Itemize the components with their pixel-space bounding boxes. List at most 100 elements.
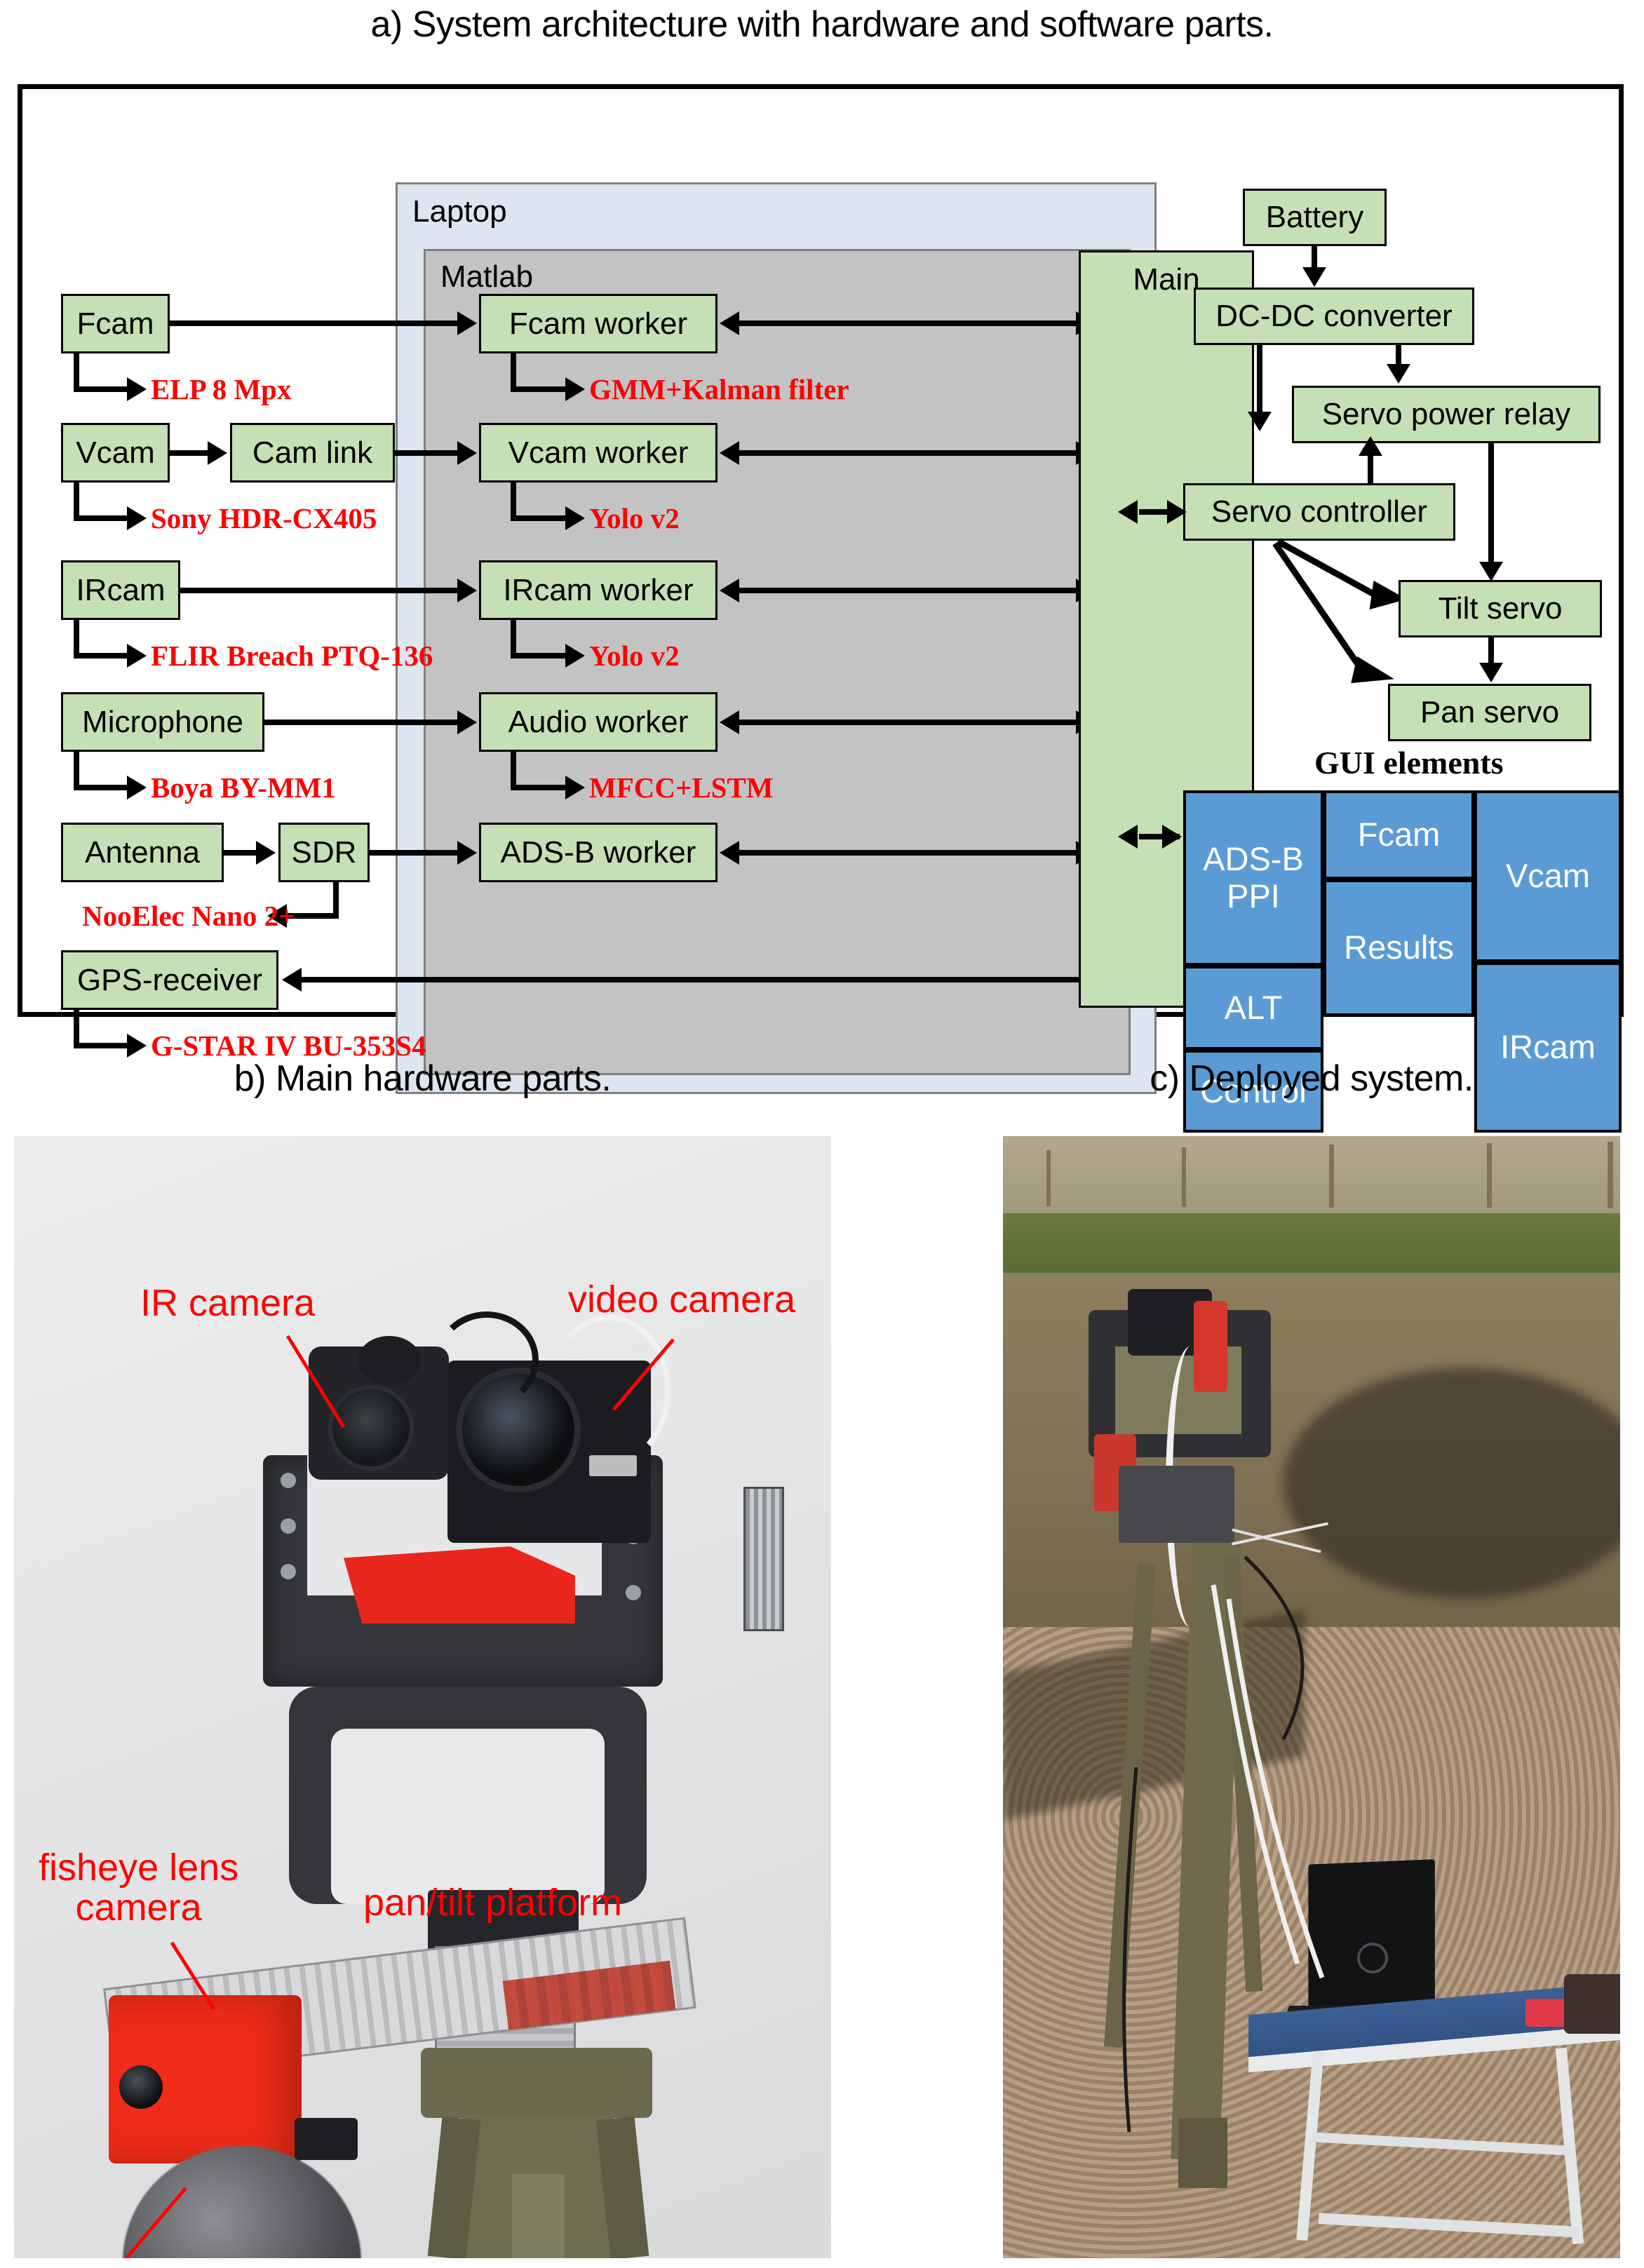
ircam-worker-alg-h: [511, 653, 567, 659]
hw-block-antenna[interactable]: Antenna: [61, 823, 224, 882]
power-block-servo-power-relay[interactable]: Servo power relay: [1292, 386, 1601, 443]
panel-b-caption: b) Main hardware parts.: [234, 1058, 612, 1099]
microphone-to-worker-arrow-icon: [457, 710, 477, 734]
power-block-dcdc-converter[interactable]: DC-DC converter: [1194, 288, 1474, 345]
fcam-worker-to-main-line: [739, 320, 1079, 326]
hw-model-vcam: Sony HDR-CX405: [151, 502, 377, 534]
panel-a-caption: a) System architecture with hardware and…: [370, 4, 1274, 45]
vcam-model-arrow-icon: [127, 506, 147, 530]
hw-block-cam-link[interactable]: Cam link: [230, 423, 395, 482]
hw-model-antenna: NooElec Nano 2+: [82, 900, 295, 932]
main-gui-arrow-l-icon: [1118, 825, 1138, 849]
ircam-model-arrow-icon: [127, 644, 147, 668]
ircam-worker-main-arrow-l-icon: [720, 579, 739, 602]
ircam-worker-to-main-line: [739, 588, 1079, 593]
annotation-pan-tilt-platform: pan/tilt platform: [363, 1882, 623, 1924]
fcam-model-connector-h: [74, 386, 128, 392]
battery-to-dcdc-arrow-icon: [1302, 267, 1326, 287]
adsb-worker-to-main-line: [739, 850, 1079, 856]
audio-worker-alg-h: [511, 785, 567, 790]
fcam-to-worker-line: [170, 320, 461, 326]
vcam-to-camlink-arrow-icon: [208, 441, 227, 465]
laptop-container-label: Laptop: [412, 194, 507, 229]
antenna-to-sdr-arrow-icon: [256, 841, 276, 865]
sdr-to-worker-arrow-icon: [457, 841, 477, 865]
system-architecture-diagram: Laptop Matlab Fcam ELP 8 Mpx Vcam Cam li…: [18, 84, 1624, 1133]
gui-cell-adsb-ppi-label: ADS-B PPI: [1203, 840, 1304, 914]
antenna-to-sdr-line: [224, 850, 259, 856]
annotation-video-camera: video camera: [568, 1278, 796, 1321]
worker-block-fcam[interactable]: Fcam worker: [479, 294, 717, 353]
matlab-container-label: Matlab: [440, 259, 534, 294]
vcam-worker-to-main-line: [739, 450, 1079, 456]
gui-cell-vcam-label: Vcam: [1505, 857, 1591, 895]
camlink-to-worker-line: [395, 450, 461, 456]
gui-cell-adsb-ppi[interactable]: ADS-B PPI: [1183, 790, 1323, 966]
gui-cell-vcam[interactable]: Vcam: [1474, 790, 1622, 962]
main-to-gps-line: [302, 977, 1098, 983]
hw-block-ircam[interactable]: IRcam: [61, 560, 180, 620]
worker-block-ircam[interactable]: IRcam worker: [479, 560, 717, 620]
gui-cell-alt[interactable]: ALT: [1183, 966, 1323, 1050]
worker-algorithm-vcam: Yolo v2: [589, 502, 680, 534]
main-servoctrl-arrow-l-icon: [1118, 500, 1138, 524]
annotation-fisheye-lens-camera: fisheye lens camera: [39, 1848, 238, 1927]
main-gui-arrow-r-icon: [1162, 825, 1182, 849]
gui-cell-fcam[interactable]: Fcam: [1323, 790, 1474, 879]
mic-model-connector-h: [74, 785, 128, 790]
ircam-worker-alg-arrow-icon: [565, 644, 585, 668]
fcam-worker-main-arrow-l-icon: [720, 311, 739, 335]
hw-block-fcam[interactable]: Fcam: [61, 294, 170, 353]
hw-block-microphone[interactable]: Microphone: [61, 692, 264, 752]
hw-block-vcam[interactable]: Vcam: [61, 423, 170, 482]
gui-cell-results-label: Results: [1344, 929, 1454, 966]
power-block-tilt-servo[interactable]: Tilt servo: [1399, 580, 1602, 637]
ircam-model-connector-h: [74, 653, 128, 659]
fcam-worker-alg-arrow-icon: [565, 377, 585, 401]
gui-elements-title: GUI elements: [1314, 745, 1504, 781]
vcam-worker-main-arrow-l-icon: [720, 441, 739, 465]
mic-model-arrow-icon: [127, 776, 147, 799]
sdr-to-worker-line: [370, 850, 461, 856]
tilt-to-pan-line: [1488, 637, 1494, 666]
hw-block-gps-receiver[interactable]: GPS-receiver: [61, 950, 278, 1010]
audio-worker-alg-arrow-icon: [565, 776, 585, 799]
annotation-ir-camera: IR camera: [140, 1282, 316, 1324]
hw-block-sdr[interactable]: SDR: [278, 823, 370, 882]
gui-cell-fcam-label: Fcam: [1357, 816, 1441, 853]
servoctrl-to-relay-line: [1368, 454, 1373, 483]
audio-worker-main-arrow-l-icon: [720, 710, 739, 734]
fcam-to-worker-arrow-icon: [457, 311, 477, 335]
worker-algorithm-audio: MFCC+LSTM: [589, 771, 774, 804]
vcam-model-connector-h: [74, 515, 128, 521]
worker-algorithm-ircam: Yolo v2: [589, 640, 680, 672]
power-block-servo-controller[interactable]: Servo controller: [1183, 483, 1455, 541]
fcam-worker-alg-h: [511, 386, 567, 392]
gui-cell-ircam[interactable]: IRcam: [1474, 962, 1622, 1133]
main-to-gps-arrow-icon: [282, 968, 302, 992]
hw-model-ircam: FLIR Breach PTQ-136: [151, 640, 433, 672]
worker-block-adsb[interactable]: ADS-B worker: [479, 823, 717, 882]
annotation-fisheye-lens-camera-label: fisheye lens camera: [39, 1847, 239, 1929]
camlink-to-worker-arrow-icon: [457, 441, 477, 465]
vcam-worker-alg-h: [511, 515, 567, 521]
panel-c-caption: c) Deployed system.: [1150, 1058, 1474, 1099]
power-block-pan-servo[interactable]: Pan servo: [1388, 684, 1591, 741]
power-block-battery[interactable]: Battery: [1243, 189, 1387, 246]
dcdc-to-relay-arrow-icon: [1387, 364, 1410, 384]
gui-cell-results[interactable]: Results: [1323, 879, 1474, 1016]
ircam-to-worker-line: [180, 588, 461, 593]
main-servoctrl-arrow-r-icon: [1167, 500, 1187, 524]
worker-block-vcam[interactable]: Vcam worker: [479, 423, 717, 482]
adsb-worker-main-arrow-l-icon: [720, 841, 739, 865]
microphone-to-worker-line: [264, 720, 461, 725]
worker-block-audio[interactable]: Audio worker: [479, 692, 717, 752]
dcdc-to-servoctrl-arrow-icon: [1248, 412, 1272, 431]
dcdc-to-servoctrl-line: [1257, 345, 1262, 415]
fcam-model-arrow-icon: [127, 377, 147, 401]
hw-model-fcam: ELP 8 Mpx: [151, 373, 292, 405]
worker-algorithm-fcam: GMM+Kalman filter: [589, 373, 849, 405]
hardware-photo: IR camera video camera pan/tilt platform…: [14, 1136, 831, 2258]
gps-model-connector-h: [74, 1043, 128, 1048]
deployed-system-photo: [1003, 1136, 1620, 2258]
